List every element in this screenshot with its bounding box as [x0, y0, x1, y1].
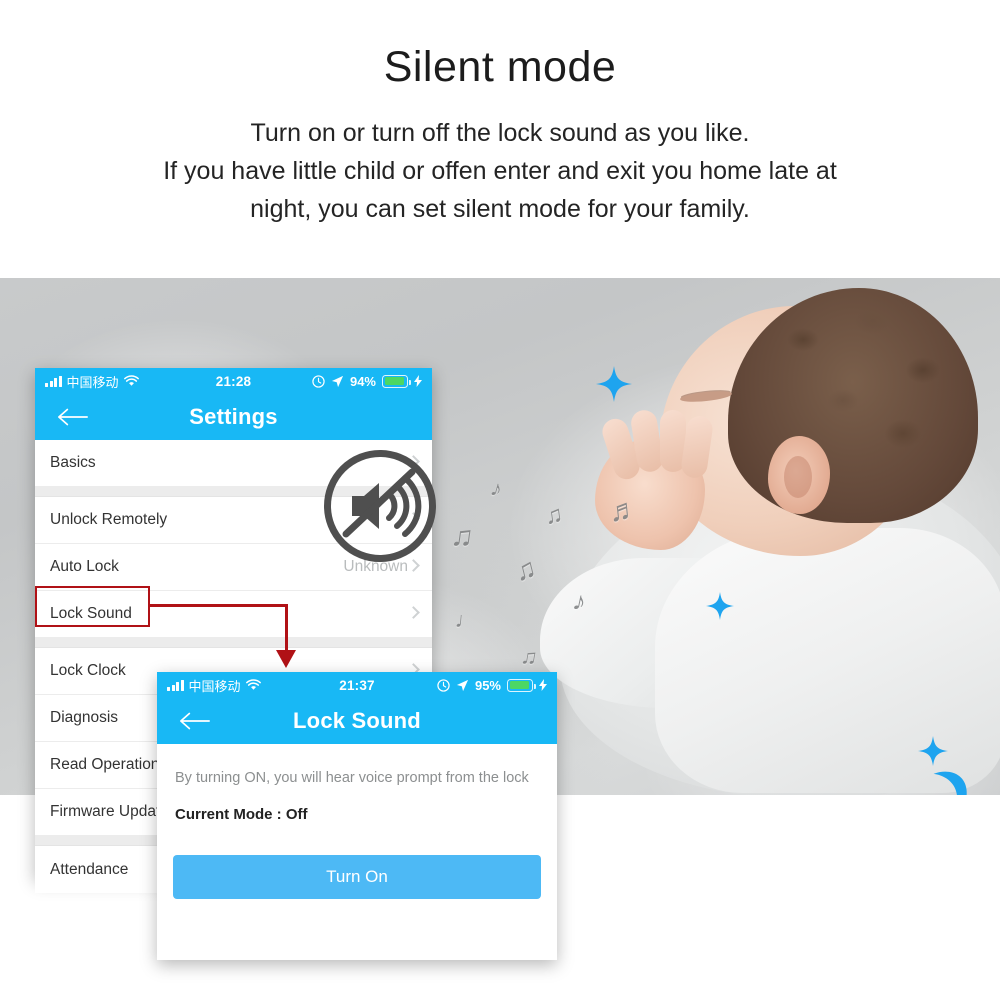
row-label: Attendance	[50, 860, 129, 878]
music-note-icon: ♫	[448, 518, 476, 555]
sleeping-baby-photo	[540, 288, 1000, 795]
alarm-icon	[312, 374, 325, 388]
nav-bar: Settings	[35, 394, 432, 440]
sparkle-icon	[596, 366, 632, 402]
baby-body	[655, 528, 1000, 793]
nav-bar: Lock Sound	[157, 698, 557, 744]
music-note-icon: ♪	[570, 584, 590, 618]
page-title: Silent mode	[383, 43, 617, 91]
back-arrow-icon[interactable]	[57, 406, 89, 428]
callout-arrow-horizontal	[150, 604, 288, 607]
section-divider	[35, 638, 432, 648]
row-label: Read Operation	[50, 756, 160, 773]
current-mode-label: Current Mode : Off	[175, 806, 308, 823]
back-arrow-icon[interactable]	[179, 710, 211, 732]
callout-arrow-head	[276, 650, 296, 668]
chevron-right-icon	[407, 606, 420, 619]
music-note-icon: ♫	[511, 551, 540, 588]
row-label: Firmware Update	[50, 803, 169, 820]
sparkle-icon	[918, 736, 948, 766]
row-label: Lock Clock	[50, 662, 126, 679]
nav-title: Lock Sound	[293, 708, 421, 733]
nav-title: Settings	[189, 404, 278, 429]
phone-screen-lock-sound: 中国移动 21:37 95% Lock Sound By turning ON,…	[157, 672, 557, 960]
music-note-icon: ♬	[607, 492, 641, 529]
music-note-icon: ♫	[543, 500, 565, 531]
turn-on-button[interactable]: Turn On	[173, 855, 541, 899]
status-bar: 中国移动 21:37 95%	[157, 672, 557, 698]
status-bar-right: 95%	[437, 678, 547, 693]
row-label: Auto Lock	[50, 558, 119, 575]
music-note-icon: ♩	[453, 606, 479, 635]
lightning-bolt-icon	[414, 375, 422, 387]
location-arrow-icon	[456, 679, 469, 691]
status-bar-right: 94%	[312, 374, 422, 389]
status-bar: 中国移动 21:28 94%	[35, 368, 432, 394]
battery-percent-label: 95%	[474, 677, 501, 693]
location-arrow-icon	[331, 375, 344, 387]
mute-speaker-icon	[324, 450, 436, 562]
page-subtitle: Turn on or turn off the lock sound as yo…	[60, 114, 940, 228]
alarm-icon	[437, 678, 450, 692]
row-label: Diagnosis	[50, 709, 119, 726]
subtitle-line-3: night, you can set silent mode for your …	[250, 195, 750, 223]
subtitle-line-1: Turn on or turn off the lock sound as yo…	[250, 119, 750, 147]
row-label: Unlock Remotely	[50, 511, 168, 528]
subtitle-line-2: If you have little child or offen enter …	[163, 157, 837, 185]
battery-percent-label: 94%	[349, 373, 376, 389]
row-label: Basics	[50, 454, 96, 471]
crescent-moon-icon	[933, 771, 967, 795]
baby-ear	[768, 436, 830, 514]
lightning-bolt-icon	[539, 679, 547, 691]
lock-sound-description: By turning ON, you will hear voice promp…	[175, 770, 529, 786]
settings-row-lock-sound[interactable]: Lock Sound	[35, 591, 432, 638]
battery-icon	[507, 678, 536, 692]
lock-sound-body: By turning ON, you will hear voice promp…	[157, 744, 557, 823]
music-note-icon: ♪	[487, 474, 506, 503]
callout-arrow-vertical	[285, 604, 288, 656]
header-copy-block: Silent mode Turn on or turn off the lock…	[0, 0, 1000, 278]
sparkle-icon	[706, 592, 734, 620]
row-label: Lock Sound	[50, 605, 132, 622]
page-root: Silent mode Turn on or turn off the lock…	[0, 0, 1000, 1000]
music-note-icon: ♫	[519, 642, 540, 671]
battery-icon	[382, 374, 411, 388]
